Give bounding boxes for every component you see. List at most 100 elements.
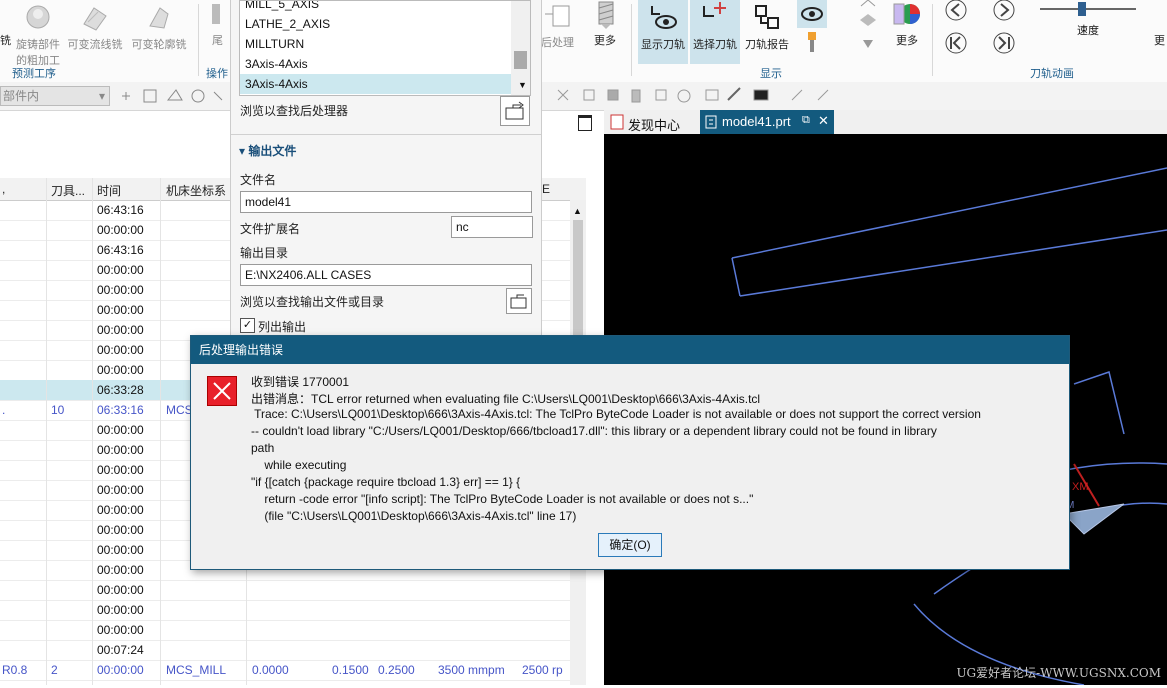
more-button-2[interactable]: 更多 — [886, 0, 928, 47]
ok-button[interactable]: 确定(O) — [598, 533, 662, 557]
close-icon[interactable]: ✕ — [818, 113, 829, 129]
part-file-icon — [705, 115, 717, 129]
browse-out-button[interactable] — [506, 288, 532, 314]
maximize-icon[interactable] — [578, 115, 592, 131]
cell-c5: 2500 rp — [522, 663, 563, 677]
folder-open-icon — [510, 294, 527, 309]
select-toolpath-button[interactable]: 选择刀轨 — [690, 0, 740, 64]
table-row[interactable]: 00:00:00 — [0, 620, 570, 641]
variable-contour-icon — [149, 7, 169, 29]
cell-time: 06:43:16 — [97, 203, 144, 217]
cell-time: 00:00:00 — [97, 283, 144, 297]
speed-slider-thumb[interactable] — [1078, 2, 1086, 16]
cell-time: 00:00:00 — [97, 563, 144, 577]
table-row[interactable]: R0.8 2 00:00:00 MCS_MILL 0.0000 0.1500 0.2500 3… — [0, 660, 570, 681]
view-toolpath-toggle[interactable] — [797, 0, 827, 28]
list-scroll-thumb[interactable] — [514, 51, 527, 69]
group-predict-label: 预测工序 — [12, 68, 56, 80]
document-icon — [610, 114, 624, 130]
drill-icon — [808, 32, 816, 52]
cell-time: 00:00:00 — [97, 323, 144, 337]
postprocess-button[interactable]: 后处理 — [541, 2, 575, 49]
scroll-down-icon[interactable]: ▼ — [513, 75, 527, 95]
tab-model[interactable]: model41.prt ⧉ ✕ — [700, 110, 834, 134]
cell-time: 00:00:00 — [97, 523, 144, 537]
variable-contour-button[interactable]: 可变轮廓铣 — [128, 2, 190, 52]
collapse-icon: ▾ — [239, 144, 249, 158]
toolpath-report-button[interactable]: 刀轨报告 — [742, 0, 792, 52]
list-item[interactable]: LATHE_2_AXIS — [240, 14, 530, 34]
rewind-icon[interactable] — [945, 0, 967, 21]
list-item[interactable]: MILLTURN — [240, 34, 530, 54]
cell-name: . — [2, 403, 6, 417]
dialog-title: 后处理输出错误 — [199, 343, 284, 357]
cell-time: 00:00:00 — [97, 223, 144, 237]
group-ops-label: 操作 — [206, 68, 228, 80]
folder-open-icon — [505, 101, 524, 120]
view-toolbar-icons — [557, 87, 829, 103]
col-tool[interactable]: 刀具... — [51, 182, 85, 199]
watermark: UG爱好者论坛-WWW.UGSNX.COM — [956, 666, 1161, 680]
extension-field[interactable]: nc — [451, 216, 533, 238]
cell-c2: 0.1500 — [332, 663, 369, 677]
dialog-title-bar[interactable]: 后处理输出错误 — [191, 336, 1069, 364]
cell-time: 00:00:00 — [97, 443, 144, 457]
speed-slider[interactable] — [1040, 8, 1136, 10]
layers-icon — [860, 0, 876, 48]
list-item[interactable]: MILL_5_AXIS — [240, 1, 530, 14]
cell-c4: 3500 mmpm — [438, 663, 505, 677]
chevron-down-icon: ▾ — [98, 89, 105, 103]
extension-label: 文件扩展名 — [240, 222, 301, 236]
group-animation-label: 刀轨动画 — [1030, 68, 1074, 80]
outdir-field[interactable]: E:\NX2406.ALL CASES — [240, 264, 532, 286]
col-mcs[interactable]: 机床坐标系 — [166, 182, 226, 199]
postprocessor-list[interactable]: MILL_5_AXIS LATHE_2_AXIS MILLTURN 3Axis-… — [239, 0, 531, 96]
list-item[interactable]: 3Axis-4Axis — [240, 54, 530, 74]
tool-display-button[interactable] — [802, 32, 822, 57]
cell-time: 00:00:00 — [97, 623, 144, 637]
cell-c1: 0.0000 — [252, 663, 289, 677]
eye-toolpath-icon — [651, 6, 677, 29]
list-scrollbar[interactable]: ▼ — [511, 1, 530, 95]
popout-icon[interactable]: ⧉ — [802, 114, 810, 127]
list-item-selected[interactable]: 3Axis-4Axis — [240, 74, 530, 94]
browse-post-button[interactable] — [500, 96, 530, 126]
cell-time: 00:00:00 — [97, 503, 144, 517]
filename-field[interactable]: model41 — [240, 191, 532, 213]
output-section-header[interactable]: ▾ 输出文件 — [239, 142, 296, 159]
play-icon[interactable] — [993, 0, 1015, 21]
table-row[interactable]: 00:00:00 — [0, 600, 570, 621]
select-toolpath-icon — [703, 2, 726, 17]
step-back-icon[interactable] — [945, 32, 967, 54]
col-e[interactable]: E — [542, 182, 550, 196]
postprocess-error-dialog: 后处理输出错误 收到错误 1770001 出错消息：TCL error retu… — [190, 335, 1070, 570]
error-trace-line: -- couldn't load library "C:/Users/LQ001… — [251, 424, 937, 438]
tab-discovery[interactable]: 发现中心 — [608, 112, 698, 133]
outdir-label: 输出目录 — [240, 246, 289, 260]
col-time[interactable]: 时间 — [97, 182, 121, 199]
partial-tail-button[interactable]: 尾 — [206, 2, 226, 47]
table-row[interactable]: 00:07:24 — [0, 640, 570, 661]
streamline-mill-button[interactable]: 可变流线铣 — [66, 2, 124, 52]
list-output-checkbox[interactable]: ✓ — [240, 318, 255, 333]
cell-time: 00:07:24 — [97, 643, 144, 657]
table-row[interactable]: 00:00:00 — [0, 580, 570, 601]
group-display-label: 显示 — [760, 68, 782, 80]
error-icon — [207, 376, 237, 406]
step-forward-icon[interactable] — [993, 32, 1015, 54]
error-trace-line: (file "C:\Users\LQ001\Desktop\666\3Axis-… — [251, 509, 577, 523]
report-icon — [755, 5, 779, 29]
scroll-up-icon[interactable]: ▲ — [573, 206, 582, 216]
svg-text:XM: XM — [1072, 481, 1089, 493]
cell-time: 00:00:00 — [97, 303, 144, 317]
cast-rough-button[interactable]: 旋铸部件 的粗加工 — [12, 2, 64, 68]
more-button-1[interactable]: 更多 — [586, 0, 626, 47]
eye-icon — [801, 7, 823, 21]
cell-time: 00:00:00 — [97, 603, 144, 617]
error-trace-line: Trace: C:\Users\LQ001\Desktop\666\3Axis-… — [251, 407, 981, 421]
stack-icons — [856, 0, 880, 61]
postprocess-panel: MILL_5_AXIS LATHE_2_AXIS MILLTURN 3Axis-… — [230, 0, 542, 360]
filter-dropdown[interactable]: 部件内 ▾ — [0, 86, 110, 106]
cell-name: R0.8 — [2, 663, 28, 677]
show-toolpath-button[interactable]: 显示刀轨 — [638, 0, 688, 64]
